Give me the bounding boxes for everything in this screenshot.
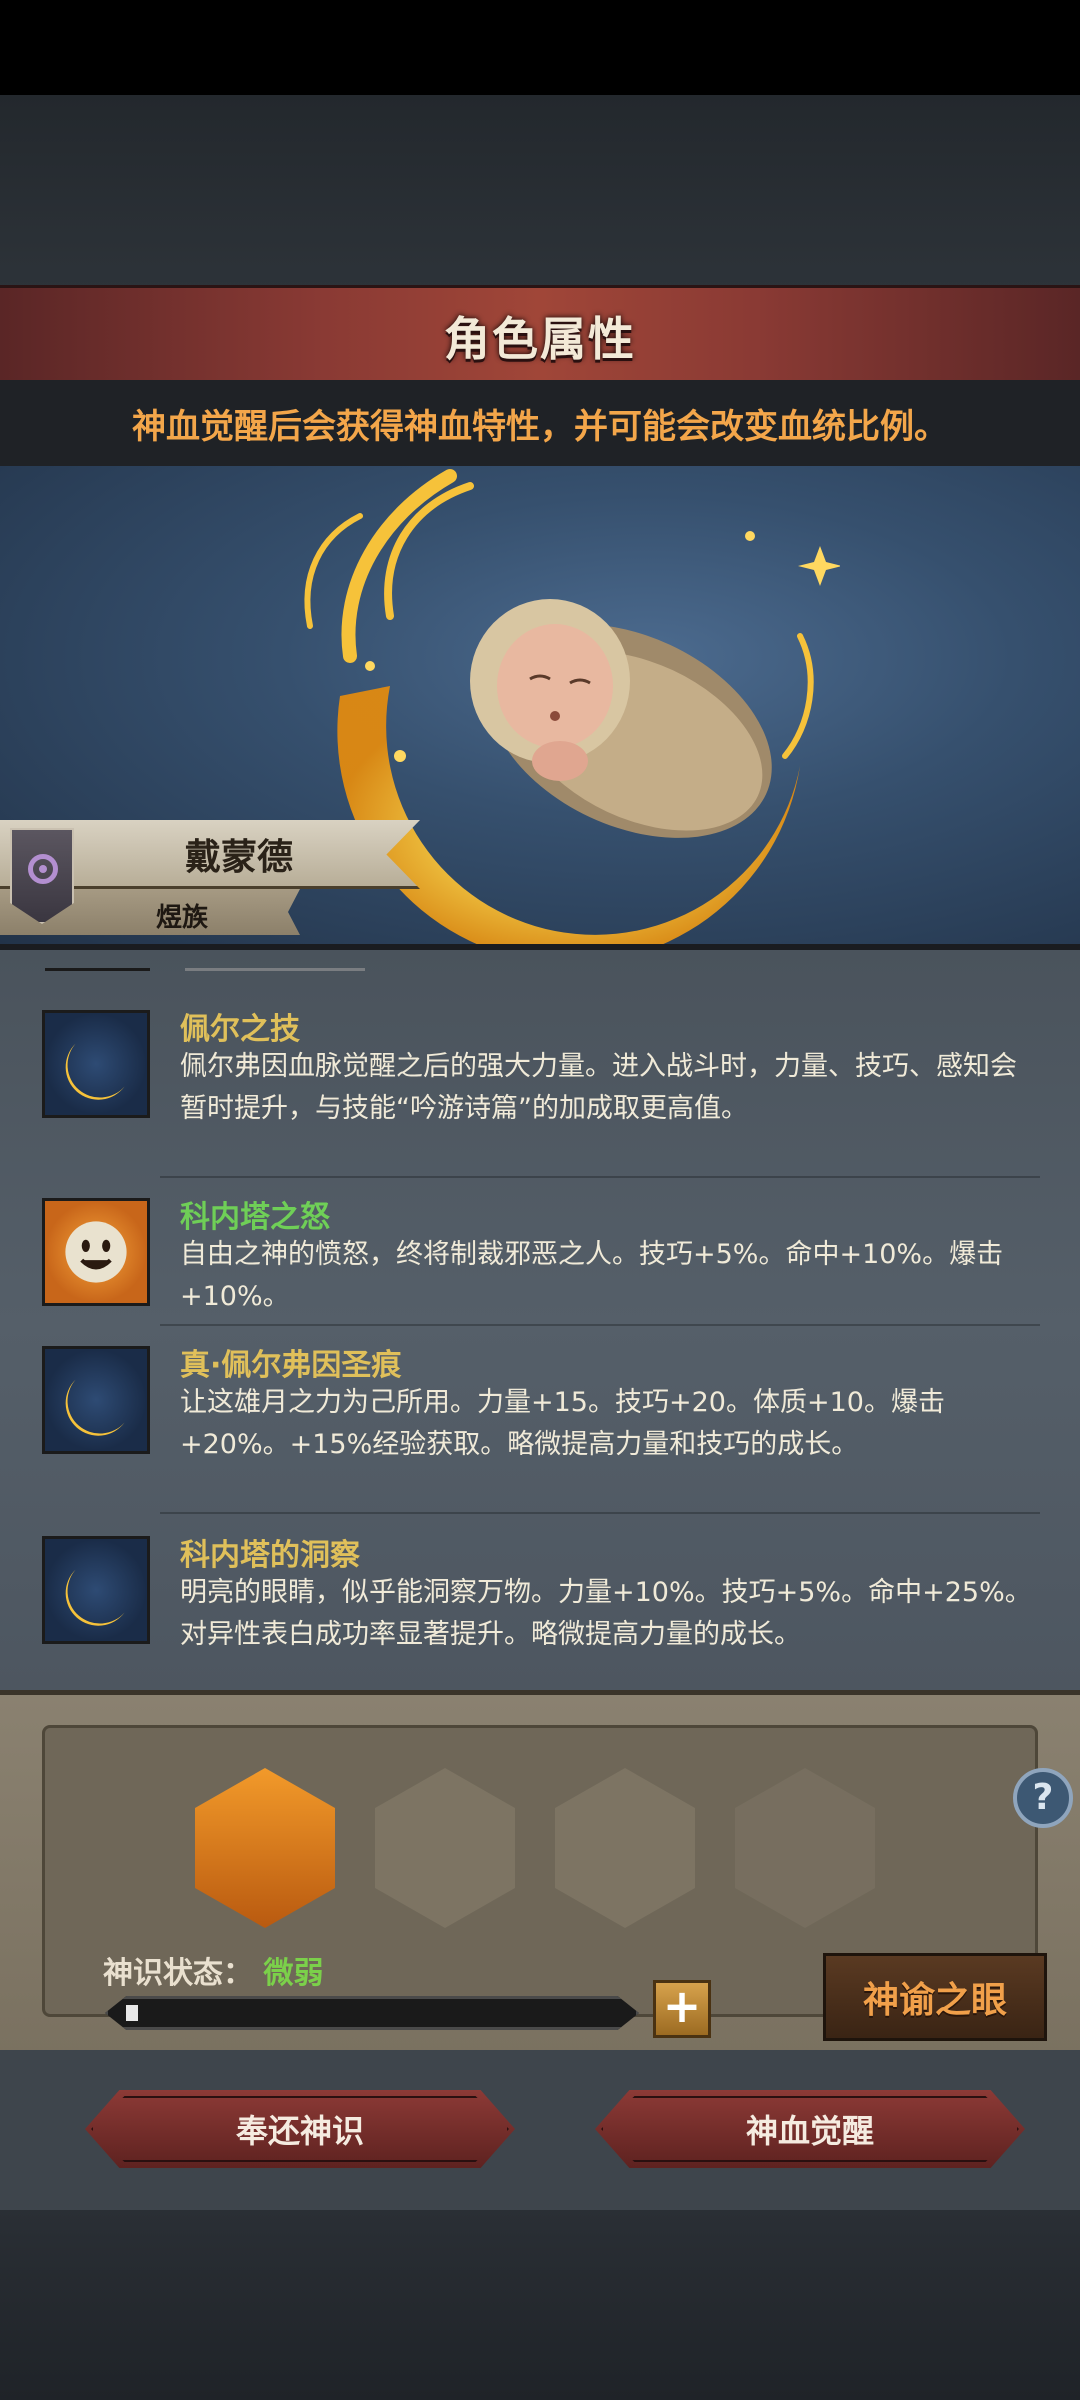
divine-progress-bar: [105, 1996, 639, 2030]
divine-status: 神识状态： 微弱: [103, 1948, 323, 1992]
divider: [160, 1176, 1040, 1178]
eye-emblem-icon: [28, 854, 58, 884]
trait-list-panel[interactable]: 佩尔之技 佩尔弗因血脉觉醒之后的强大力量。进入战斗时，力量、技巧、感知会暂时提升…: [0, 944, 1080, 1696]
bottom-action-bar: 奉还神识 神血觉醒: [0, 2050, 1080, 2210]
divine-slot-1[interactable]: [195, 1768, 335, 1928]
trait-description: 明亮的眼睛，似乎能洞察万物。力量+10%。技巧+5%。命中+25%。对异性表白成…: [180, 1577, 1032, 1650]
swaddled-baby: [470, 599, 772, 838]
trait-description: 佩尔弗因血脉觉醒之后的强大力量。进入战斗时，力量、技巧、感知会暂时提升，与技能“…: [180, 1051, 1017, 1124]
trait-title: 科内塔之怒: [180, 1200, 330, 1235]
notice-text: 神血觉醒后会获得神血特性，并可能会改变血统比例。: [132, 406, 948, 447]
status-bar: [0, 0, 1080, 95]
trait-title: 佩尔之技: [180, 1012, 300, 1047]
add-divine-button[interactable]: +: [653, 1980, 711, 2038]
character-race: 煜族: [156, 903, 209, 933]
crescent-moon-icon: [42, 1346, 150, 1454]
blood-awaken-button[interactable]: 神血觉醒: [595, 2090, 1025, 2168]
character-name: 戴蒙德: [185, 837, 294, 878]
title-banner: 角色属性: [0, 285, 1080, 389]
return-divine-button[interactable]: 奉还神识: [85, 2090, 515, 2168]
progress-fill: [126, 2005, 138, 2021]
top-background: [0, 95, 1080, 290]
divine-sense-frame: ? 神识状态： 微弱 + 神谕之眼: [42, 1725, 1073, 2041]
divider: [160, 1512, 1040, 1514]
divine-slot-4[interactable]: [735, 1768, 875, 1928]
smiling-sun-icon: [42, 1198, 150, 1306]
status-label: 神识状态：: [103, 1956, 253, 1991]
status-value: 微弱: [263, 1956, 324, 1991]
trait-title: 科内塔的洞察: [180, 1538, 360, 1573]
oracle-eye-label: 神谕之眼: [862, 1980, 1007, 2021]
trait-title: 真·佩尔弗因圣痕: [180, 1348, 402, 1383]
help-button[interactable]: ?: [1013, 1768, 1073, 1828]
bottom-background: [0, 2210, 1080, 2400]
trait-description: 自由之神的愤怒，终将制裁邪恶之人。技巧+5%。命中+10%。爆击+10%。: [180, 1239, 1004, 1312]
divider: [160, 1324, 1040, 1326]
return-divine-label: 奉还神识: [235, 2112, 364, 2150]
crescent-moon-icon: [42, 1010, 150, 1118]
crescent-moon-icon: [42, 1536, 150, 1644]
divine-slot-2[interactable]: [375, 1768, 515, 1928]
clipped-row-marker: [45, 968, 150, 971]
notice-bar: 神血觉醒后会获得神血特性，并可能会改变血统比例。: [0, 380, 1080, 466]
divine-slot-3[interactable]: [555, 1768, 695, 1928]
page-title: 角色属性: [444, 311, 636, 366]
blood-awaken-label: 神血觉醒: [745, 2112, 874, 2150]
clipped-row-marker: [185, 968, 365, 971]
divine-sense-panel: ? 神识状态： 微弱 + 神谕之眼: [0, 1690, 1080, 2055]
trait-description: 让这雄月之力为己所用。力量+15。技巧+20。体质+10。爆击+20%。+15%…: [180, 1387, 945, 1460]
oracle-eye-button[interactable]: 神谕之眼: [823, 1953, 1047, 2041]
